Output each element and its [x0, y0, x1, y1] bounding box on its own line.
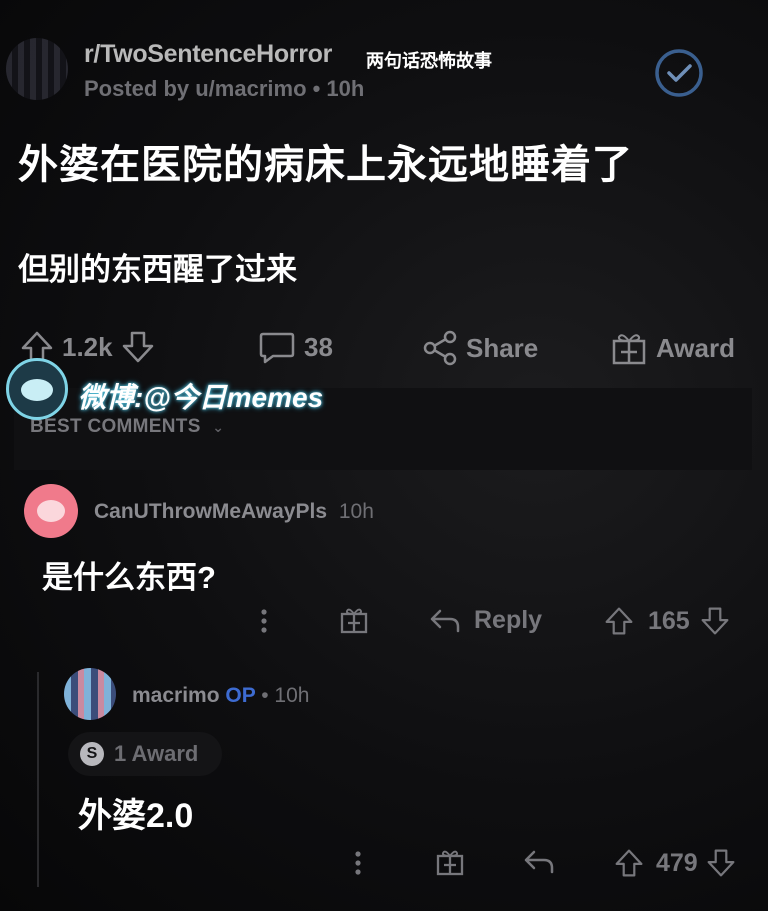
reply-button[interactable] — [522, 848, 556, 876]
posted-by-line: Posted by u/macrimo • 10h — [84, 76, 365, 101]
sort-dropdown[interactable]: BEST COMMENTS ⌄ — [30, 416, 224, 438]
downvote-icon[interactable] — [706, 848, 736, 878]
upvote-icon[interactable] — [614, 848, 644, 878]
comment-vote-count: 479 — [656, 848, 698, 877]
comment-award-icon[interactable] — [434, 846, 466, 878]
comment-vote-group: 165 — [604, 606, 730, 636]
award-button[interactable]: Award — [610, 330, 735, 366]
comment-author-name: macrimo — [132, 684, 220, 707]
subreddit-avatar[interactable] — [6, 38, 68, 100]
subreddit-name[interactable]: r/TwoSentenceHorror — [84, 40, 332, 69]
comment-author[interactable]: CanUThrowMeAwayPls 10h — [94, 500, 374, 524]
comment-bubble-icon — [259, 332, 295, 364]
post-body: 但别的东西醒了过来 — [18, 252, 297, 287]
comments-button[interactable]: 38 — [258, 330, 333, 364]
comment-text: 是什么东西? — [42, 560, 216, 595]
op-badge: OP — [225, 684, 256, 707]
reply-arrow-icon — [430, 609, 460, 632]
comment-time: • 10h — [261, 684, 310, 707]
more-options-icon[interactable] — [348, 848, 368, 878]
comment-vote-group: 479 — [614, 848, 736, 878]
comments-count: 38 — [304, 331, 333, 362]
award-badge[interactable]: S 1 Award — [68, 732, 222, 776]
sort-label: BEST COMMENTS — [30, 416, 201, 437]
post-upvote-count: 1.2k — [62, 331, 113, 362]
more-options-icon[interactable] — [254, 606, 274, 636]
reply-arrow-icon — [524, 850, 554, 874]
joined-check-icon[interactable] — [654, 48, 704, 98]
post-title: 外婆在医院的病床上永远地睡着了 — [18, 143, 633, 187]
award-count: 1 Award — [114, 741, 199, 766]
avatar[interactable] — [24, 484, 78, 538]
gift-icon — [612, 334, 646, 365]
avatar[interactable] — [64, 668, 116, 720]
comment-text: 外婆2.0 — [78, 797, 194, 835]
comment-vote-count: 165 — [648, 606, 690, 635]
post-action-bar: 1.2k 38 Share Award — [0, 322, 768, 374]
chevron-down-icon: ⌄ — [212, 419, 225, 435]
share-button[interactable]: Share — [422, 330, 538, 366]
thread-line[interactable] — [37, 672, 39, 887]
upvote-icon[interactable] — [604, 606, 634, 636]
comment-author[interactable]: macrimo OP • 10h — [132, 684, 309, 708]
reply-button[interactable]: Reply — [428, 606, 542, 635]
watermark-logo — [6, 358, 68, 420]
silver-award-icon: S — [80, 742, 104, 766]
downvote-icon[interactable] — [121, 330, 155, 364]
subreddit-name-translation: 两句话恐怖故事 — [366, 51, 492, 71]
comment-author-name: CanUThrowMeAwayPls — [94, 500, 327, 523]
watermark-text: 微博:@今日memes — [78, 382, 324, 413]
comment-time: 10h — [338, 500, 374, 523]
share-icon — [423, 330, 457, 366]
downvote-icon[interactable] — [700, 606, 730, 636]
reply-label: Reply — [474, 606, 543, 634]
award-label: Award — [656, 332, 735, 363]
comment-award-icon[interactable] — [338, 604, 370, 636]
share-label: Share — [466, 332, 539, 363]
